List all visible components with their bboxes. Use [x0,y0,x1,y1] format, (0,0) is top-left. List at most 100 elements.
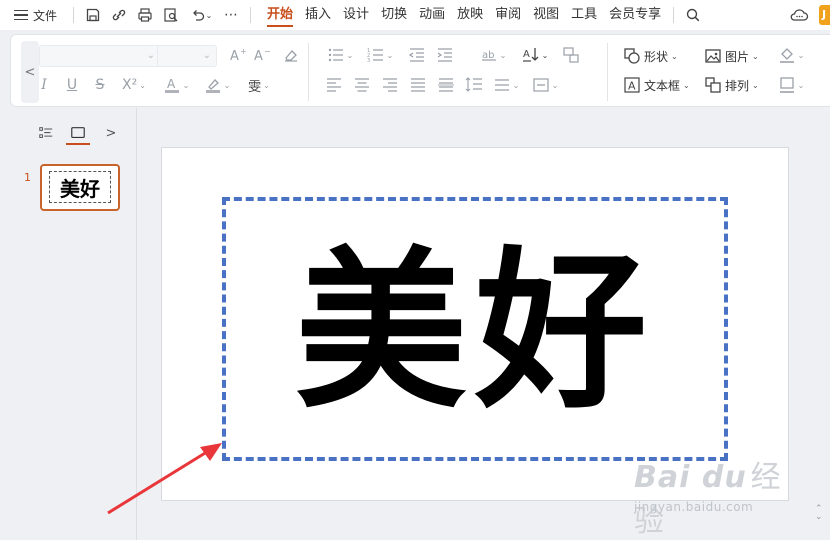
search-button[interactable] [684,6,702,24]
tab-view[interactable]: 视图 [527,0,565,30]
distribute-button[interactable] [435,75,457,95]
font-size-select[interactable]: ⌄ [157,45,217,67]
slides-view-button[interactable] [69,124,87,142]
decrease-indent-button[interactable] [407,45,427,65]
ribbon-toolbar: < ⌄ ⌄ A + A − I U S X² ⌄ A ⌄ ⌄ 雯 ⌄ ⌄ 1 2 3 ⌄ ab ⌄… [10,34,830,107]
outline-button[interactable]: ⌄ [775,75,807,95]
chevron-down-icon: ⌄ [752,51,759,61]
align-left-button[interactable] [325,75,343,95]
line-spacing-icon [465,77,482,92]
file-menu-label: 文件 [33,8,58,23]
paragraph-spacing-button[interactable]: ⌄ [491,75,521,95]
save-icon [86,8,100,22]
text-direction-icon: ab [481,50,496,61]
active-view-indicator [66,143,90,145]
svg-text:ab: ab [482,50,494,61]
panel-expand-button[interactable]: > [102,124,120,142]
share-button[interactable] [110,6,128,24]
chevron-left-icon: < [24,64,36,80]
align-center-icon [355,78,369,92]
chevron-down-icon: ⌄ [683,80,690,90]
chevron-down-icon: ⌄ [205,10,213,20]
superscript-button[interactable]: X² ⌄ [119,75,149,95]
print-button[interactable] [136,6,154,24]
align-left-icon [327,78,341,92]
picture-button[interactable]: 图片 ⌄ [704,45,759,67]
clear-format-icon[interactable] [281,45,301,65]
save-button[interactable] [84,6,102,24]
tab-member[interactable]: 会员专享 [603,0,667,30]
bullets-button[interactable]: ⌄ [325,45,355,65]
tab-animations[interactable]: 动画 [413,0,451,30]
outline-list-icon [39,127,53,138]
svg-text:A: A [254,49,263,64]
justify-icon [411,78,425,92]
annotation-arrow [107,443,222,515]
increase-indent-button[interactable] [435,45,455,65]
align-center-button[interactable] [353,75,371,95]
align-text-button[interactable]: ⌄ [529,75,561,95]
shape-button[interactable]: 形状 ⌄ [623,45,678,67]
underline-button[interactable]: U [65,75,79,95]
convert-smartart-button[interactable] [561,45,581,65]
chevron-down-icon: ⌄ [223,80,231,90]
slide-thumbnail-icon [71,127,85,139]
arrange-button[interactable]: 排列 ⌄ [704,74,759,96]
fill-bucket-icon [779,48,794,63]
scroll-arrows-icon[interactable]: ⌃ ⌄ [815,505,823,522]
slide-thumbnail[interactable]: 美好 [40,164,120,211]
undo-icon [192,10,204,21]
watermark-url: jingyan.baidu.com [634,500,754,514]
cloud-icon [790,9,809,21]
svg-text:A: A [523,49,530,60]
chevron-down-icon: ⌄ [671,51,678,61]
italic-button[interactable]: I [37,75,51,95]
increase-font-icon[interactable]: A + [229,45,247,65]
selected-text-box[interactable]: 美好 [222,197,728,461]
underline-icon: U [66,77,78,93]
phonetic-button[interactable]: 雯 ⌄ [243,75,275,95]
picture-label: 图片 [725,49,750,64]
printer-icon [138,8,152,22]
slide-text[interactable]: 美好 [295,246,655,418]
tab-insert[interactable]: 插入 [299,0,337,30]
chevron-down-icon: ⌄ [512,80,520,90]
justify-button[interactable] [409,75,427,95]
user-avatar[interactable]: J [819,5,830,25]
font-family-select[interactable]: ⌄ [39,45,161,67]
superscript-icon: X² [122,77,138,93]
tab-home[interactable]: 开始 [261,0,299,30]
text-direction-button[interactable]: ab ⌄ [477,45,509,65]
font-color-button[interactable]: A ⌄ [161,75,191,95]
tab-transitions[interactable]: 切换 [375,0,413,30]
sort-button[interactable]: A ⌄ [519,45,551,65]
textbox-button[interactable]: A 文本框 ⌄ [623,74,690,96]
numbering-button[interactable]: 1 2 3 ⌄ [365,45,395,65]
line-spacing-button[interactable] [465,75,483,95]
align-right-button[interactable] [381,75,399,95]
font-color-icon: A [164,77,179,93]
decrease-font-icon[interactable]: A − [253,45,271,65]
file-menu[interactable]: 文件 [0,0,67,30]
tab-design[interactable]: 设计 [337,0,375,30]
highlight-button[interactable]: ⌄ [201,75,233,95]
strikethrough-button[interactable]: S [93,75,107,95]
fill-button[interactable]: ⌄ [775,45,807,65]
numbered-list-icon: 123 [367,48,383,64]
tab-review[interactable]: 审阅 [489,0,527,30]
app-window: 文件 ⌄ ⋯ 开始 插入 设计 切换 动画 放映 审阅 视图 工具 会员专享 J… [0,0,830,540]
textbox-icon: A [624,77,640,93]
hamburger-icon [14,10,28,20]
cloud-sync-button[interactable] [789,6,809,24]
highlighter-icon [205,79,220,93]
chevron-down-icon: ⌄ [499,50,507,60]
outline-view-button[interactable] [37,124,55,142]
link-icon [112,9,126,21]
undo-button[interactable]: ⌄ [188,6,214,24]
chevron-down-icon: ⌄ [346,50,354,60]
smartart-icon [563,47,579,63]
tab-tools[interactable]: 工具 [565,0,603,30]
tab-slideshow[interactable]: 放映 [451,0,489,30]
print-preview-button[interactable] [162,6,180,24]
more-button[interactable]: ⋯ [222,6,240,24]
